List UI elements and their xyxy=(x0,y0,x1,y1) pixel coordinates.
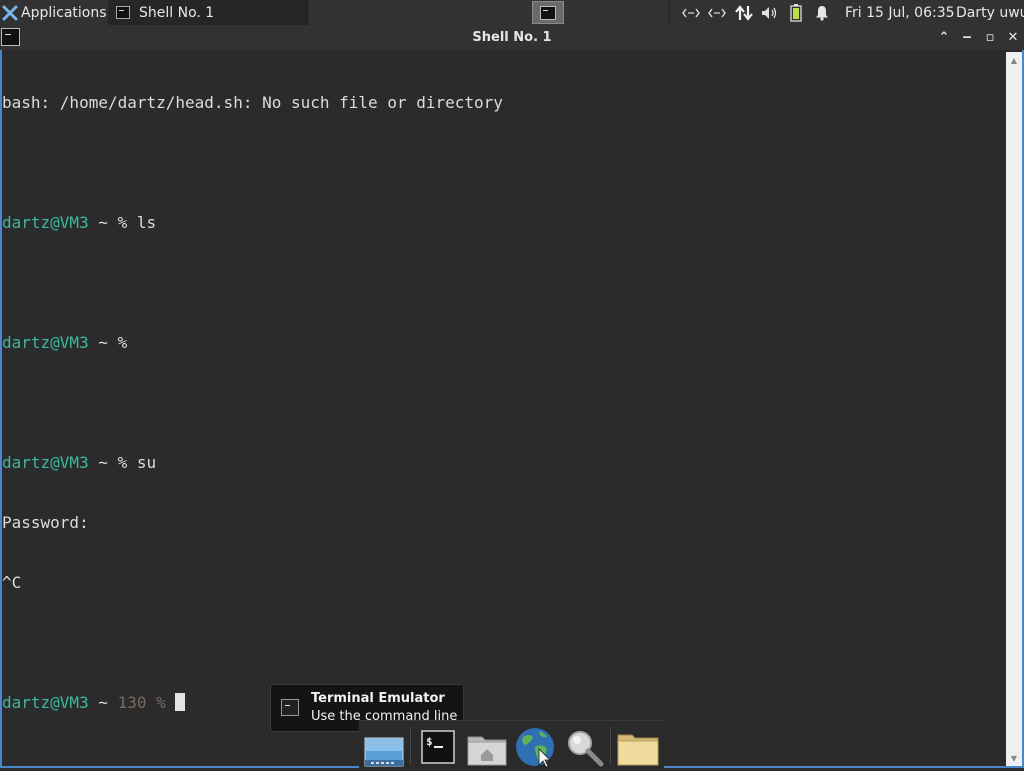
terminal-output: bash: /home/dartz/head.sh: No such file … xyxy=(2,53,503,733)
show-desktop-icon xyxy=(364,737,404,767)
maximize-icon: ▫ xyxy=(985,30,995,45)
exit-code: 130 % xyxy=(117,693,166,712)
xfce-logo-icon xyxy=(2,5,18,20)
file-manager-launcher[interactable] xyxy=(616,725,660,767)
text-cursor xyxy=(175,693,186,711)
terminal-icon xyxy=(281,699,299,716)
chevron-up-icon: ⌃ xyxy=(938,30,950,45)
home-folder-icon xyxy=(467,736,507,766)
clock[interactable]: Fri 15 Jul, 06:35 xyxy=(845,0,955,25)
collapse-button[interactable]: ⌃ xyxy=(933,25,955,50)
terminal-line: dartz@VM3 ~ % ls xyxy=(2,213,503,233)
prompt-user-host: dartz@VM3 xyxy=(2,453,89,472)
home-folder-launcher[interactable] xyxy=(465,725,509,767)
maximize-button[interactable]: ▫ xyxy=(979,25,1001,50)
minimize-button[interactable]: ‒ xyxy=(956,25,978,50)
network-icon[interactable] xyxy=(706,0,728,25)
scrollbar[interactable]: ▲ ▼ xyxy=(1006,52,1022,766)
terminal-line: bash: /home/dartz/head.sh: No such file … xyxy=(2,93,503,112)
folder-icon xyxy=(617,734,659,766)
dock: $ xyxy=(359,720,664,768)
terminal-launcher[interactable]: $ xyxy=(416,725,460,767)
workspace-switcher[interactable] xyxy=(532,1,564,24)
web-browser-icon xyxy=(516,728,554,768)
scroll-up-arrow-icon[interactable]: ▲ xyxy=(1006,52,1022,68)
show-desktop-button[interactable] xyxy=(362,725,406,767)
network-icon[interactable] xyxy=(680,0,702,25)
prompt-command: ~ xyxy=(88,693,118,712)
close-button[interactable]: ✕ xyxy=(1002,25,1024,50)
battery-icon[interactable] xyxy=(786,0,806,25)
applications-label: Applications xyxy=(21,4,107,21)
applications-menu-button[interactable]: Applications ≡ xyxy=(0,0,119,25)
window-titlebar[interactable]: Shell No. 1 ⌃ ‒ ▫ ✕ xyxy=(0,25,1024,50)
top-panel: Applications ≡ Shell No. 1 Fri 15 Jul, 0… xyxy=(0,0,1024,25)
svg-text:$: $ xyxy=(426,735,433,748)
search-icon xyxy=(568,731,604,767)
transfer-icon[interactable] xyxy=(733,0,755,25)
terminal-icon: $ xyxy=(421,730,455,764)
scroll-down-arrow-icon[interactable]: ▼ xyxy=(1006,750,1022,766)
minimize-icon: ‒ xyxy=(962,30,972,45)
panel-separator xyxy=(668,0,670,25)
terminal-line: dartz@VM3 ~ % su xyxy=(2,453,503,473)
search-launcher[interactable] xyxy=(562,725,606,767)
volume-icon[interactable] xyxy=(759,0,781,25)
terminal-line: Password: xyxy=(2,513,89,532)
taskbar-button-shell[interactable]: Shell No. 1 xyxy=(108,0,308,25)
taskbar-label: Shell No. 1 xyxy=(139,4,215,21)
prompt-user-host: dartz@VM3 xyxy=(2,213,89,232)
terminal-line: dartz@VM3 ~ % xyxy=(2,333,503,353)
dock-separator xyxy=(610,727,611,765)
prompt-command: ~ % ls xyxy=(88,213,157,232)
terminal-icon xyxy=(116,6,130,19)
prompt-user-host: dartz@VM3 xyxy=(2,693,89,712)
terminal-icon xyxy=(540,5,556,20)
prompt-command: ~ % xyxy=(88,333,128,352)
user-menu[interactable]: Darty uwu xyxy=(956,0,1024,25)
prompt-command: ~ % su xyxy=(88,453,157,472)
close-icon: ✕ xyxy=(1007,30,1019,45)
window-title: Shell No. 1 xyxy=(472,30,552,45)
terminal-line: ^C xyxy=(2,573,22,592)
web-browser-launcher[interactable] xyxy=(513,725,557,768)
dock-separator xyxy=(410,727,411,765)
notification-bell-icon[interactable] xyxy=(812,0,832,25)
terminal-icon[interactable] xyxy=(1,28,20,46)
tooltip-title: Terminal Emulator xyxy=(311,691,445,706)
prompt-user-host: dartz@VM3 xyxy=(2,333,89,352)
